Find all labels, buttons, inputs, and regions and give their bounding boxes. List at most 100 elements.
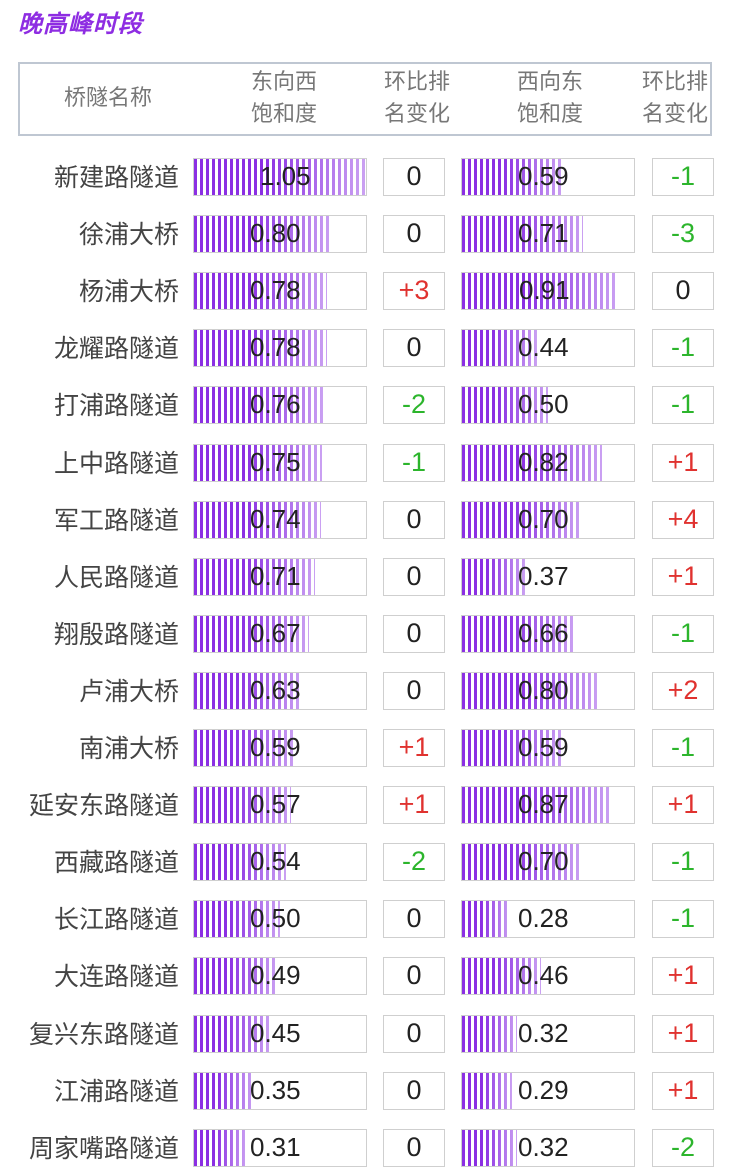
we-saturation-value: 0.59 xyxy=(518,161,569,191)
ew-rank-change-cell: 0 xyxy=(383,1015,445,1053)
ew-rank-change-cell: 0 xyxy=(383,672,445,710)
we-rank-change-value: -1 xyxy=(670,161,695,191)
we-rank-change-cell: -1 xyxy=(652,900,714,938)
row-name: 打浦路隧道 xyxy=(53,391,179,420)
we-rank-change-cell: 0 xyxy=(652,272,714,310)
table-row: 大连路隧道 0.49 0 0.46 +1 xyxy=(0,957,733,997)
ew-rank-change-value: 0 xyxy=(406,504,422,534)
ew-saturation-value: 0.74 xyxy=(250,504,301,534)
we-saturation-value: 0.59 xyxy=(518,732,569,762)
ew-rank-change-value: 0 xyxy=(406,960,422,990)
ew-saturation-cell: 0.67 xyxy=(193,615,367,653)
row-name: 翔殷路隧道 xyxy=(53,620,179,649)
we-rank-change-cell: -1 xyxy=(652,729,714,767)
we-saturation-cell: 0.71 xyxy=(461,215,635,253)
ew-rank-change-value: 0 xyxy=(406,1018,422,1048)
table-row: 杨浦大桥 0.78 +3 0.91 0 xyxy=(0,272,733,312)
table-row: 上中路隧道 0.75 -1 0.82 +1 xyxy=(0,444,733,484)
ew-saturation-value: 0.45 xyxy=(250,1018,301,1048)
we-saturation-cell: 0.80 xyxy=(461,672,635,710)
ew-saturation-value: 0.63 xyxy=(250,675,301,705)
we-saturation-cell: 0.91 xyxy=(461,272,635,310)
ew-rank-change-value: 0 xyxy=(406,1075,422,1105)
row-name: 江浦路隧道 xyxy=(53,1077,179,1106)
table-row: 人民路隧道 0.71 0 0.37 +1 xyxy=(0,558,733,598)
we-saturation-cell: 0.70 xyxy=(461,843,635,881)
ew-rank-change-value: 0 xyxy=(406,161,422,191)
we-bar-fade xyxy=(462,1130,517,1166)
row-name: 周家嘴路隧道 xyxy=(28,1134,179,1163)
we-saturation-cell: 0.37 xyxy=(461,558,635,596)
header-ew-saturation: 东向西 饱和度 xyxy=(250,70,317,127)
ew-saturation-value: 0.49 xyxy=(250,960,301,990)
we-rank-change-value: -1 xyxy=(670,903,695,933)
we-saturation-value: 0.46 xyxy=(518,960,569,990)
ew-rank-change-cell: 0 xyxy=(383,558,445,596)
ew-saturation-bar xyxy=(194,1130,247,1166)
table-row: 军工路隧道 0.74 0 0.70 +4 xyxy=(0,501,733,541)
we-saturation-value: 0.91 xyxy=(519,275,570,305)
ew-rank-change-value: 0 xyxy=(406,332,422,362)
ew-rank-change-cell: -1 xyxy=(383,444,445,482)
ew-rank-change-value: +1 xyxy=(398,732,430,762)
ew-saturation-cell: 1.05 xyxy=(193,158,367,196)
ew-rank-change-cell: +1 xyxy=(383,786,445,824)
we-saturation-bar xyxy=(462,901,510,937)
we-rank-change-value: +1 xyxy=(667,789,699,819)
we-saturation-cell: 0.59 xyxy=(461,729,635,767)
ew-saturation-cell: 0.59 xyxy=(193,729,367,767)
ew-saturation-cell: 0.35 xyxy=(193,1072,367,1110)
ew-rank-change-cell: 0 xyxy=(383,158,445,196)
ew-rank-change-cell: 0 xyxy=(383,1072,445,1110)
we-rank-change-value: -2 xyxy=(670,1132,695,1162)
we-rank-change-cell: -1 xyxy=(652,615,714,653)
ew-rank-change-value: 0 xyxy=(406,618,422,648)
we-saturation-value: 0.50 xyxy=(518,389,569,419)
we-bar-fade xyxy=(462,1016,517,1052)
ew-rank-change-value: 0 xyxy=(406,903,422,933)
header-name: 桥隧名称 xyxy=(63,86,152,111)
we-rank-change-cell: +1 xyxy=(652,1015,714,1053)
ew-saturation-cell: 0.74 xyxy=(193,501,367,539)
ew-rank-change-cell: 0 xyxy=(383,215,445,253)
ew-rank-change-cell: +3 xyxy=(383,272,445,310)
ew-saturation-value: 0.57 xyxy=(250,789,301,819)
we-saturation-value: 0.28 xyxy=(518,903,569,933)
we-rank-change-value: +1 xyxy=(667,1018,699,1048)
header-we-saturation: 西向东 饱和度 xyxy=(516,70,583,127)
ew-rank-change-value: 0 xyxy=(406,218,422,248)
we-saturation-value: 0.32 xyxy=(518,1018,569,1048)
ew-saturation-value: 0.35 xyxy=(250,1075,301,1105)
ew-saturation-cell: 0.80 xyxy=(193,215,367,253)
ew-rank-change-cell: 0 xyxy=(383,329,445,367)
ew-saturation-cell: 0.75 xyxy=(193,444,367,482)
we-saturation-bar xyxy=(462,1016,517,1052)
we-bar-fade xyxy=(462,559,525,595)
we-saturation-value: 0.82 xyxy=(518,447,569,477)
we-saturation-cell: 0.50 xyxy=(461,386,635,424)
we-rank-change-value: +1 xyxy=(667,960,699,990)
we-rank-change-value: -1 xyxy=(670,732,695,762)
row-name: 军工路隧道 xyxy=(53,506,179,535)
table-row: 西藏路隧道 0.54 -2 0.70 -1 xyxy=(0,843,733,883)
page-title: 晚高峰时段 xyxy=(18,10,143,38)
ew-rank-change-value: 0 xyxy=(406,675,422,705)
table-row: 长江路隧道 0.50 0 0.28 -1 xyxy=(0,900,733,940)
we-rank-change-cell: -1 xyxy=(652,329,714,367)
we-rank-change-cell: +1 xyxy=(652,1072,714,1110)
we-bar-fade xyxy=(462,901,510,937)
row-name: 上中路隧道 xyxy=(53,449,179,478)
we-rank-change-value: +1 xyxy=(667,561,699,591)
we-saturation-cell: 0.66 xyxy=(461,615,635,653)
we-rank-change-value: +1 xyxy=(667,447,699,477)
ew-rank-change-value: -1 xyxy=(401,447,426,477)
ew-rank-change-value: 0 xyxy=(406,1132,422,1162)
ew-saturation-cell: 0.45 xyxy=(193,1015,367,1053)
we-rank-change-value: -1 xyxy=(670,332,695,362)
we-rank-change-cell: -1 xyxy=(652,843,714,881)
table-row: 南浦大桥 0.59 +1 0.59 -1 xyxy=(0,729,733,769)
we-saturation-cell: 0.29 xyxy=(461,1072,635,1110)
we-saturation-cell: 0.44 xyxy=(461,329,635,367)
we-saturation-value: 0.70 xyxy=(518,846,569,876)
we-rank-change-value: -1 xyxy=(670,846,695,876)
